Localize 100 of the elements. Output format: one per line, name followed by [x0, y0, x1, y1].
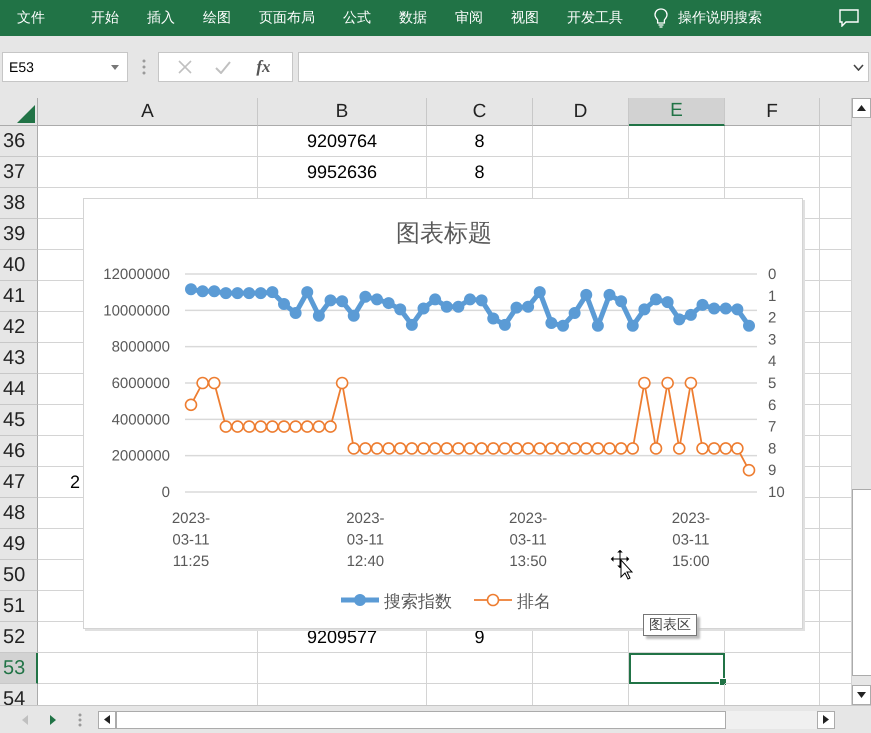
- column-header[interactable]: E: [629, 98, 725, 126]
- ribbon-tab[interactable]: 绘图: [194, 5, 240, 31]
- data-point: [731, 442, 744, 455]
- name-box[interactable]: E53: [2, 52, 128, 82]
- data-point: [220, 420, 232, 433]
- column-header[interactable]: B: [258, 98, 427, 126]
- row-header[interactable]: 44: [0, 374, 38, 405]
- row-header[interactable]: 37: [0, 157, 38, 188]
- data-point: [650, 442, 662, 455]
- column-header[interactable]: F: [725, 98, 820, 126]
- axis-label: 7: [768, 418, 776, 436]
- row-header[interactable]: 49: [0, 529, 38, 560]
- scroll-thumb[interactable]: [116, 710, 726, 728]
- scroll-right-button[interactable]: [817, 710, 835, 728]
- row-header[interactable]: 47: [0, 467, 38, 498]
- ribbon-tab[interactable]: 数据: [390, 5, 436, 31]
- column-header[interactable]: C: [427, 98, 533, 126]
- axis-label: 9: [768, 462, 776, 480]
- row-header[interactable]: 54: [0, 684, 38, 705]
- ribbon-tab[interactable]: 公式: [334, 5, 380, 31]
- data-point: [719, 442, 732, 455]
- data-point: [604, 288, 616, 301]
- data-point: [452, 442, 465, 455]
- select-all-button[interactable]: [0, 98, 38, 126]
- row-header[interactable]: 51: [0, 591, 38, 622]
- lightbulb-icon[interactable]: [654, 8, 668, 28]
- data-point: [684, 376, 698, 390]
- column-header[interactable]: D: [533, 98, 629, 126]
- column-header[interactable]: A: [38, 98, 258, 126]
- data-point: [684, 308, 697, 321]
- search-label[interactable]: 操作说明搜索: [678, 9, 762, 27]
- data-point: [359, 290, 372, 303]
- ribbon-tab[interactable]: 插入: [138, 5, 184, 31]
- row-header[interactable]: 46: [0, 436, 38, 467]
- next-sheet-icon[interactable]: [50, 714, 56, 724]
- row-header[interactable]: 45: [0, 405, 38, 436]
- data-point: [603, 442, 616, 455]
- data-point: [440, 442, 454, 455]
- data-point: [614, 442, 628, 455]
- data-point: [673, 313, 686, 326]
- selected-cell[interactable]: [629, 653, 725, 684]
- row-header[interactable]: 50: [0, 560, 38, 591]
- row-header[interactable]: 48: [0, 498, 38, 529]
- data-point: [417, 442, 430, 455]
- row-header[interactable]: 39: [0, 219, 38, 250]
- left-arrow-icon: [104, 715, 110, 724]
- expand-icon[interactable]: [853, 64, 864, 70]
- row-header[interactable]: 40: [0, 250, 38, 281]
- table-cell: 9952636: [258, 157, 427, 188]
- data-point: [720, 302, 732, 315]
- ribbon-tab[interactable]: 页面布局: [250, 5, 324, 31]
- ribbon-tab[interactable]: 文件: [8, 5, 54, 31]
- data-point: [348, 310, 360, 322]
- data-point: [347, 442, 360, 455]
- data-point: [231, 420, 244, 433]
- data-point: [545, 442, 558, 455]
- data-point: [196, 376, 209, 390]
- row-header[interactable]: 41: [0, 281, 38, 312]
- ribbon-tab[interactable]: 视图: [502, 5, 548, 31]
- data-point: [615, 295, 628, 308]
- caret-icon[interactable]: [111, 64, 119, 70]
- data-point: [300, 420, 314, 433]
- data-point: [696, 298, 708, 311]
- ribbon-tab[interactable]: 审阅: [446, 5, 492, 31]
- fill-handle[interactable]: [719, 678, 727, 686]
- insert-function-button[interactable]: fx: [254, 57, 273, 77]
- table-cell: 9209764: [258, 126, 427, 157]
- axis-label: 2023- 03-11 15:00: [672, 510, 710, 570]
- table-cell: 8: [427, 157, 533, 188]
- data-point: [312, 310, 325, 322]
- data-point: [498, 442, 512, 455]
- scroll-down-button[interactable]: [852, 685, 871, 705]
- row-header[interactable]: 42: [0, 312, 38, 343]
- axis-label: 2023- 03-11 12:40: [346, 510, 385, 570]
- row-header[interactable]: 43: [0, 343, 38, 374]
- axis-label: 0: [768, 266, 776, 283]
- data-point: [522, 300, 534, 313]
- row-header[interactable]: 53: [0, 653, 38, 684]
- data-point: [290, 307, 302, 320]
- axis-label: 0: [162, 484, 170, 501]
- table-cell: 8: [427, 126, 533, 157]
- check-icon[interactable]: [215, 60, 232, 74]
- axis-label: 2: [768, 310, 776, 327]
- axis-label: 4: [768, 353, 776, 370]
- tooltip: 图表区: [643, 614, 697, 636]
- data-point: [487, 312, 500, 324]
- ribbon-tab[interactable]: 开始: [82, 5, 128, 31]
- ribbon-tab[interactable]: 开发工具: [558, 5, 632, 31]
- scroll-up-button[interactable]: [852, 98, 871, 118]
- row-header[interactable]: 52: [0, 622, 38, 653]
- scroll-left-button[interactable]: [98, 710, 116, 728]
- axis-label: 2000000: [112, 448, 170, 465]
- comment-icon[interactable]: [839, 9, 859, 27]
- scroll-thumb[interactable]: [852, 489, 871, 676]
- formula-field[interactable]: [298, 52, 869, 82]
- data-point: [731, 303, 744, 316]
- row-header[interactable]: 38: [0, 188, 38, 219]
- data-point: [278, 420, 290, 433]
- data-point: [498, 318, 511, 331]
- row-header[interactable]: 36: [0, 126, 38, 157]
